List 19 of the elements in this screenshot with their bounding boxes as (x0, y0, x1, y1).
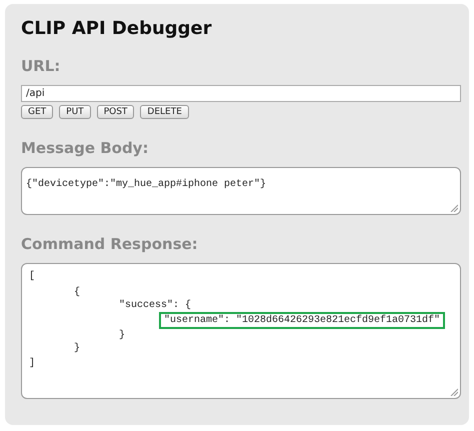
url-label: URL: (21, 57, 62, 75)
command-response-label: Command Response: (21, 235, 199, 253)
code-line: [ (28, 270, 36, 284)
page-title: CLIP API Debugger (21, 18, 213, 39)
code-line: ] (28, 356, 36, 371)
message-body-field[interactable]: {"devicetype":"my_hue_app#iphone peter"} (21, 167, 461, 215)
message-body-label: Message Body: (21, 139, 150, 157)
code-line: } (118, 329, 126, 342)
method-button[interactable]: GET (21, 105, 54, 119)
method-button[interactable]: POST (96, 105, 134, 119)
resize-handle-icon[interactable] (450, 388, 458, 396)
method-button[interactable]: DELETE (140, 105, 189, 119)
code-line: } (73, 342, 82, 355)
method-button[interactable]: PUT (59, 105, 91, 119)
url-field[interactable]: /api (21, 85, 461, 102)
resize-handle-icon[interactable] (450, 204, 458, 212)
code-line: { (73, 286, 82, 299)
code-line: "success": { (118, 299, 192, 312)
command-response-field[interactable]: [ { "success": { "username": "1028d66426293e821ecfd9ef1a0731df" } } ] (21, 263, 461, 399)
